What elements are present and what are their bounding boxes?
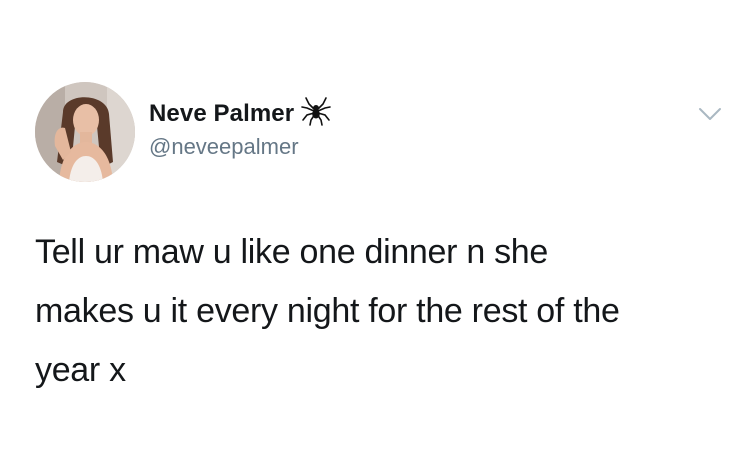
author-avatar[interactable] bbox=[35, 82, 135, 182]
avatar-photo-icon bbox=[35, 82, 135, 182]
tweet-text-line: makes u it every night for the rest of t… bbox=[35, 292, 620, 330]
author-handle[interactable]: @neveepalmer bbox=[149, 134, 299, 160]
author-display-name[interactable]: Neve Palmer bbox=[149, 100, 294, 128]
tweet-card: Neve Palmer @neveepalmer Tell ur maw u l… bbox=[0, 0, 750, 475]
tweet-text-line: Tell ur maw u like one dinner n she bbox=[35, 233, 548, 271]
author-name-row: Neve Palmer bbox=[149, 97, 332, 131]
spider-icon bbox=[300, 95, 332, 127]
chevron-down-icon[interactable] bbox=[697, 104, 723, 124]
tweet-text-line: year x bbox=[35, 351, 126, 389]
tweet-text: Tell ur maw u like one dinner n she make… bbox=[35, 223, 725, 400]
